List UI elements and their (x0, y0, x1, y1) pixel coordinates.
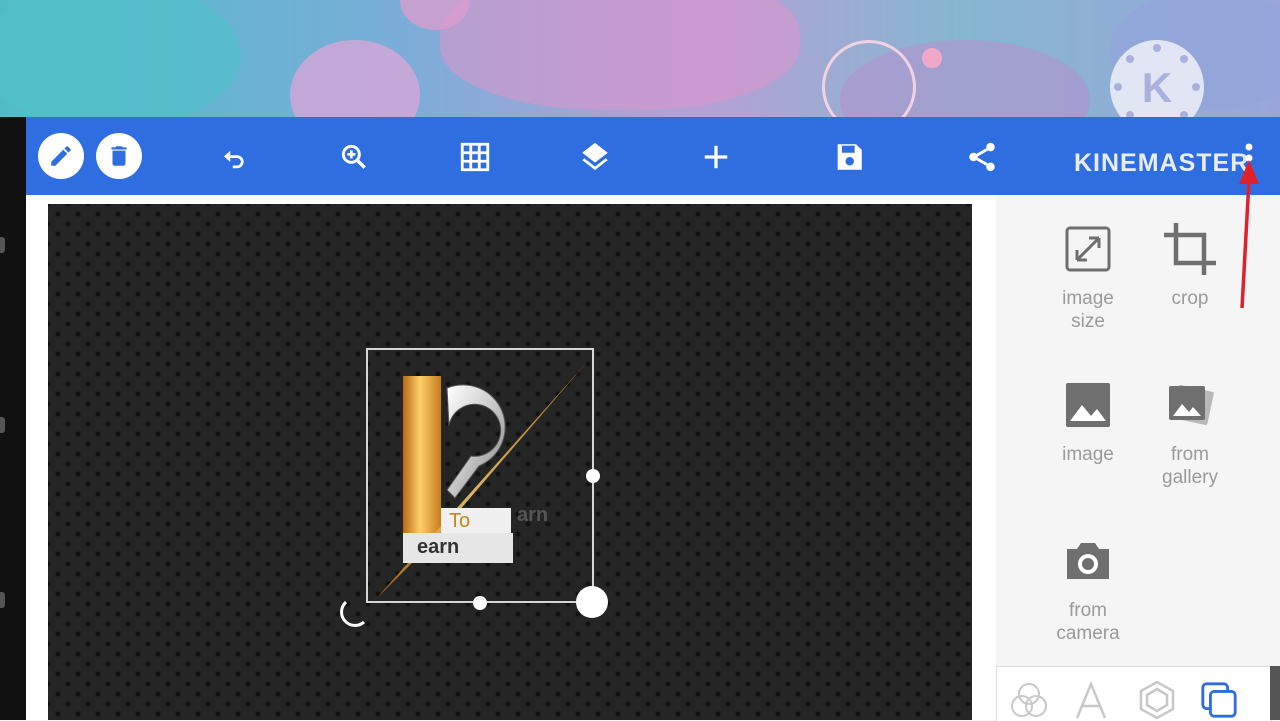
scale-handle-corner[interactable] (576, 586, 608, 618)
grid-button[interactable] (455, 137, 495, 177)
more-options-button[interactable] (1244, 142, 1254, 174)
svg-text:K: K (1142, 64, 1172, 111)
image-tool[interactable]: image (1033, 375, 1143, 466)
grid-icon (460, 142, 490, 172)
plus-icon (704, 145, 728, 169)
logo-text-earn: earn (417, 536, 460, 558)
layers-button[interactable] (575, 137, 615, 177)
edge-handle (0, 592, 5, 608)
tab-shape[interactable] (1137, 679, 1177, 721)
tool-label: size (1071, 311, 1105, 332)
blend-icon (1011, 683, 1047, 717)
left-edge-strip (0, 117, 26, 720)
more-vertical-icon (1245, 143, 1253, 173)
trash-icon (111, 146, 127, 166)
tool-label: image (1062, 444, 1114, 465)
add-button[interactable] (696, 137, 736, 177)
learn-to-earn-logo (375, 362, 587, 600)
image-size-tool[interactable]: image size (1033, 219, 1143, 333)
pencil-icon (51, 146, 71, 166)
tool-label: gallery (1162, 467, 1218, 488)
resize-handle-bottom[interactable] (473, 596, 487, 610)
banner-dot (922, 48, 942, 68)
tab-layers-copy[interactable] (1199, 679, 1239, 721)
image-icon (1066, 383, 1110, 427)
kinemaster-brand-text: KINEMASTER (1074, 149, 1250, 177)
text-icon (1075, 680, 1107, 719)
tool-label: from (1069, 600, 1107, 621)
from-gallery-tool[interactable]: from gallery (1135, 375, 1245, 489)
edge-handle (0, 237, 5, 253)
right-edge-strip (1270, 666, 1280, 720)
resize-icon (1065, 226, 1111, 272)
from-camera-tool[interactable]: from camera (1033, 531, 1143, 645)
resize-handle-right[interactable] (586, 469, 600, 483)
zoom-button[interactable] (334, 137, 374, 177)
tool-label: camera (1056, 623, 1120, 644)
tab-blend[interactable] (1009, 679, 1049, 721)
undo-icon (224, 150, 244, 169)
zoom-in-icon (341, 144, 366, 169)
shape-icon (1139, 680, 1175, 720)
background-banner (0, 0, 1280, 117)
logo-text-arn: arn (517, 504, 549, 526)
save-icon (837, 144, 862, 170)
save-button[interactable] (829, 137, 869, 177)
banner-blob (0, 0, 240, 117)
tool-label: crop (1171, 288, 1209, 309)
tab-text[interactable] (1071, 679, 1111, 721)
banner-blob (290, 40, 420, 117)
gallery-icon (1169, 385, 1214, 425)
delete-button[interactable] (96, 133, 142, 179)
layers-copy-icon (1201, 682, 1237, 718)
crop-icon (1164, 223, 1216, 275)
selected-logo-layer[interactable]: To arn earn (367, 348, 593, 602)
banner-blob (440, 0, 800, 110)
tool-label: from (1171, 444, 1209, 465)
share-icon (969, 142, 995, 172)
crop-tool[interactable]: crop (1135, 219, 1245, 310)
rotate-handle-icon[interactable] (340, 598, 370, 628)
share-button[interactable] (962, 137, 1002, 177)
camera-icon (1067, 543, 1109, 579)
edit-button[interactable] (38, 133, 84, 179)
side-panel-tabs (996, 666, 1272, 721)
logo-text-to: To (449, 510, 471, 532)
edge-handle (0, 417, 5, 433)
tool-label: image (1062, 288, 1114, 309)
layers-icon (582, 142, 608, 171)
undo-button[interactable] (214, 137, 254, 177)
